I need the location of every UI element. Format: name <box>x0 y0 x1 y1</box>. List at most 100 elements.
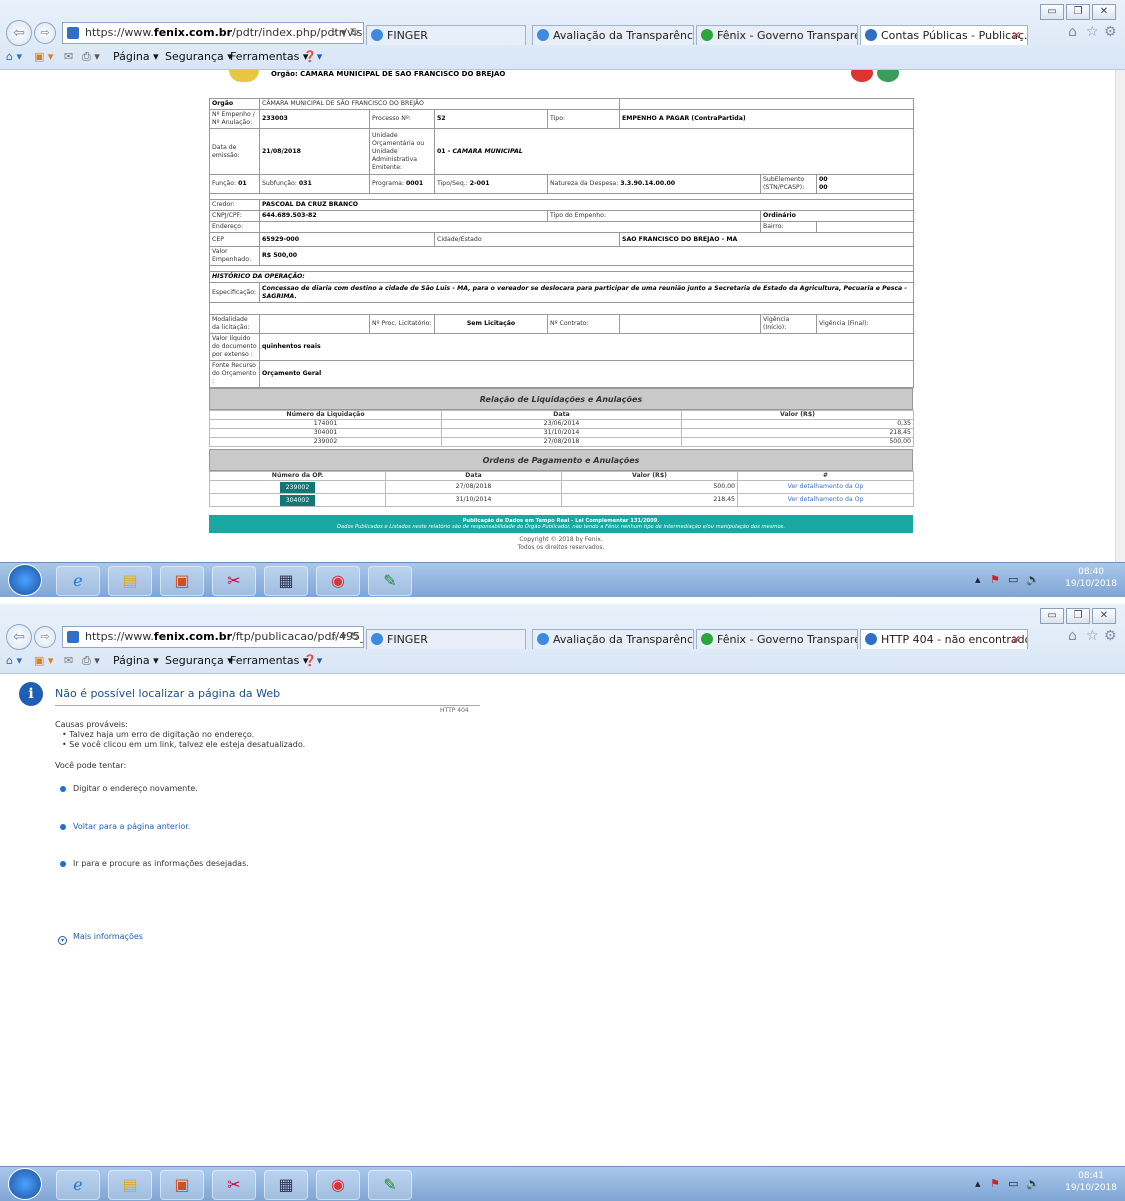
taskbar: ℯ ▤ ▣ ✂ ▦ ◉ ✎ ▴ ⚑ ▭ 🔈 08:41 19/10/2018 <box>0 1166 1125 1201</box>
help-icon[interactable]: ❓▾ <box>303 654 322 667</box>
table-row: 304001 31/10/2014 218,45 <box>209 428 914 438</box>
explorer-taskbar-icon[interactable]: ▤ <box>108 566 152 596</box>
minimize-button[interactable]: ▭ <box>1040 4 1064 20</box>
browser-chrome: ⇦ ⇨ https://www.fenix.com.br/ftp/publica… <box>0 604 1125 674</box>
start-button[interactable] <box>8 564 42 596</box>
home-icon[interactable]: ⌂ <box>1068 628 1077 644</box>
search-refresh-icon[interactable]: ⌕ ▾ ↻ <box>331 23 359 43</box>
address-bar[interactable]: https://www.fenix.com.br/ftp/publicacao/… <box>62 626 364 648</box>
search-refresh-icon[interactable]: ⌕ ▾ ↻ <box>331 627 359 647</box>
menu-ferramentas[interactable]: Ferramentas ▾ <box>230 654 308 667</box>
table-row: 239002 27/08/2018 500,00 <box>209 437 914 447</box>
close-tab-icon[interactable]: ✕ <box>1012 26 1021 45</box>
snipping-taskbar-icon[interactable]: ✂ <box>212 566 256 596</box>
clock[interactable]: 08:40 19/10/2018 <box>1065 566 1117 590</box>
forward-button[interactable]: ⇨ <box>34 626 56 648</box>
media-taskbar-icon[interactable]: ▣ <box>160 566 204 596</box>
ie-taskbar-icon[interactable]: ℯ <box>56 566 100 596</box>
tab-http-404[interactable]: HTTP 404 - não encontrado ✕ <box>860 629 1028 649</box>
forward-button[interactable]: ⇨ <box>34 22 56 44</box>
gear-icon[interactable]: ⚙ <box>1104 628 1117 644</box>
tab-fenix[interactable]: Fênix - Governo Transparente <box>696 25 858 45</box>
menu-ferramentas[interactable]: Ferramentas ▾ <box>230 50 308 63</box>
start-button[interactable] <box>8 1168 42 1200</box>
site-icon <box>67 27 79 39</box>
tray-arrow-icon[interactable]: ▴ <box>975 573 981 586</box>
tab-contas-publicas[interactable]: Contas Públicas - Publicaç... ✕ <box>860 25 1028 45</box>
back-button[interactable]: ⇦ <box>6 624 32 650</box>
close-window-button[interactable]: ✕ <box>1092 4 1116 20</box>
address-bar[interactable]: https://www.fenix.com.br/pdtr/index.php/… <box>62 22 364 44</box>
network-icon[interactable]: ▭ <box>1008 573 1018 586</box>
menu-pagina[interactable]: Página ▾ <box>113 654 159 667</box>
page-content: Orgão: CÂMARA MUNICIPAL DE SÃO FRANCISCO… <box>0 70 1115 562</box>
document-taskbar-icon[interactable]: ▦ <box>264 1170 308 1200</box>
green-logo <box>877 70 899 82</box>
command-bar: ⌂ ▾ ▣ ▾ ✉ ⎙ ▾ Página ▾ Segurança ▾ Ferra… <box>0 650 1125 672</box>
ie-taskbar-icon[interactable]: ℯ <box>56 1170 100 1200</box>
minimize-button[interactable]: ▭ <box>1040 608 1064 624</box>
volume-icon[interactable]: 🔈 <box>1026 573 1040 586</box>
flag-icon[interactable]: ⚑ <box>990 1177 1000 1190</box>
empenho-header-table: Orgão CÂMARA MUNICIPAL DE SÃO FRANCISCO D… <box>208 98 915 388</box>
chrome-taskbar-icon[interactable]: ◉ <box>316 1170 360 1200</box>
tab-finger[interactable]: FINGER <box>366 25 526 45</box>
expand-icon[interactable]: ▾ <box>58 936 67 945</box>
explorer-taskbar-icon[interactable]: ▤ <box>108 1170 152 1200</box>
mail-icon[interactable]: ✉ <box>64 50 73 63</box>
snipping-taskbar-icon[interactable]: ✂ <box>212 1170 256 1200</box>
print-icon[interactable]: ⎙ ▾ <box>82 50 100 64</box>
document-taskbar-icon[interactable]: ▦ <box>264 566 308 596</box>
clock[interactable]: 08:41 19/10/2018 <box>1065 1170 1117 1194</box>
copyright: Copyright © 2018 by Fenix. Todos os dire… <box>517 536 605 551</box>
back-button[interactable]: ⇦ <box>6 20 32 46</box>
home-icon[interactable]: ⌂ <box>1068 24 1077 40</box>
command-bar: ⌂ ▾ ▣ ▾ ✉ ⎙ ▾ Página ▾ Segurança ▾ Ferra… <box>0 46 1125 68</box>
op-detail-link[interactable]: Ver detalhamento da Op <box>737 480 914 494</box>
home-cmd-icon[interactable]: ⌂ ▾ <box>6 654 22 667</box>
menu-seguranca[interactable]: Segurança ▾ <box>165 654 233 667</box>
go-back-link[interactable]: Voltar para a página anterior. <box>73 822 190 831</box>
org-header: Orgão: CÂMARA MUNICIPAL DE SÃO FRANCISCO… <box>209 70 913 92</box>
help-icon[interactable]: ❓▾ <box>303 50 322 63</box>
chrome-taskbar-icon[interactable]: ◉ <box>316 566 360 596</box>
tab-fenix[interactable]: Fênix - Governo Transparente <box>696 629 858 649</box>
maximize-button[interactable]: ❐ <box>1066 608 1090 624</box>
flag-icon[interactable]: ⚑ <box>990 573 1000 586</box>
app-taskbar-icon[interactable]: ✎ <box>368 1170 412 1200</box>
liquidacoes-table: Número da Liquidação Data Valor (R$) 17400… <box>209 410 914 447</box>
op-number-button[interactable]: 304002 <box>279 494 316 506</box>
feeds-icon[interactable]: ▣ ▾ <box>34 654 53 667</box>
media-taskbar-icon[interactable]: ▣ <box>160 1170 204 1200</box>
tab-finger[interactable]: FINGER <box>366 629 526 649</box>
favorites-star-icon[interactable]: ☆ <box>1086 24 1099 40</box>
gear-icon[interactable]: ⚙ <box>1104 24 1117 40</box>
app-taskbar-icon[interactable]: ✎ <box>368 566 412 596</box>
brazil-flag-icon <box>701 633 713 645</box>
site-tab-icon <box>865 29 877 41</box>
feeds-icon[interactable]: ▣ ▾ <box>34 50 53 63</box>
vertical-scrollbar[interactable] <box>1115 70 1125 562</box>
close-window-button[interactable]: ✕ <box>1092 608 1116 624</box>
network-icon[interactable]: ▭ <box>1008 1177 1018 1190</box>
maximize-button[interactable]: ❐ <box>1066 4 1090 20</box>
menu-seguranca[interactable]: Segurança ▾ <box>165 50 233 63</box>
tab-avaliacao[interactable]: Avaliação da Transparência do... <box>532 629 694 649</box>
close-tab-icon[interactable]: ✕ <box>1012 630 1021 649</box>
op-number-button[interactable]: 239002 <box>279 481 316 493</box>
op-detail-link[interactable]: Ver detalhamento da Op <box>737 493 914 507</box>
mail-icon[interactable]: ✉ <box>64 654 73 667</box>
ordens-title: Ordens de Pagamento e Anulações <box>209 449 913 471</box>
try-heading: Você pode tentar: <box>55 761 127 770</box>
tab-avaliacao[interactable]: Avaliação da Transparência do... <box>532 25 694 45</box>
more-info-link[interactable]: Mais informações <box>73 932 143 941</box>
ie-tab-icon <box>371 633 383 645</box>
favorites-star-icon[interactable]: ☆ <box>1086 628 1099 644</box>
browser-chrome: ⇦ ⇨ https://www.fenix.com.br/pdtr/index.… <box>0 0 1125 70</box>
volume-icon[interactable]: 🔈 <box>1026 1177 1040 1190</box>
ie-tab-icon <box>537 633 549 645</box>
home-cmd-icon[interactable]: ⌂ ▾ <box>6 50 22 63</box>
menu-pagina[interactable]: Página ▾ <box>113 50 159 63</box>
tray-arrow-icon[interactable]: ▴ <box>975 1177 981 1190</box>
print-icon[interactable]: ⎙ ▾ <box>82 654 100 668</box>
